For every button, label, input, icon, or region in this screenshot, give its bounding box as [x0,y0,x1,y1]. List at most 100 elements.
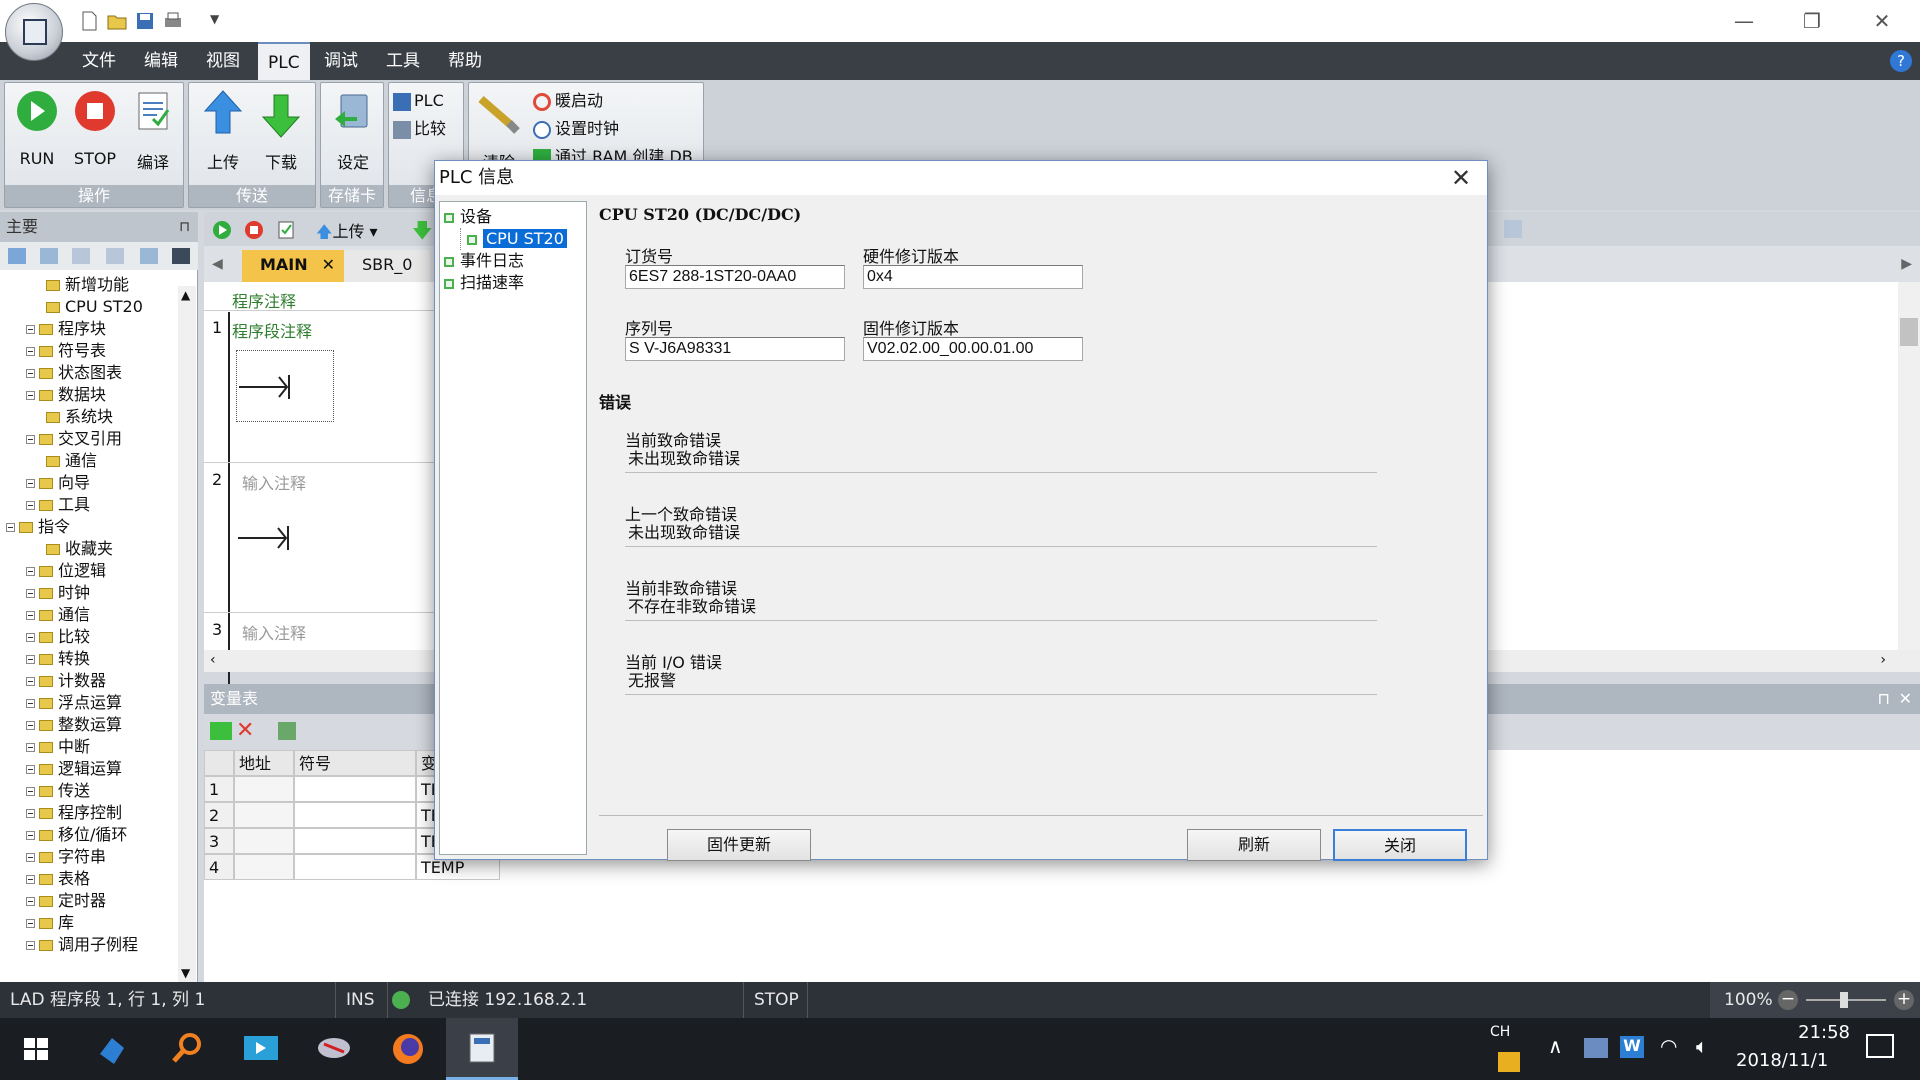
expand-icon[interactable] [6,523,15,532]
expand-icon[interactable] [26,941,35,950]
expand-icon[interactable] [26,809,35,818]
tree-item[interactable]: 逻辑运算 [26,758,122,780]
zoom-out-icon[interactable]: − [1778,990,1798,1010]
zoom-slider-thumb[interactable] [1840,992,1848,1008]
set-button[interactable]: 设定 [325,89,381,172]
start-button[interactable] [0,1018,72,1080]
app-menu-button[interactable] [5,3,63,61]
tree-item[interactable]: 浮点运算 [26,692,122,714]
scroll-up-icon[interactable]: ▲ [181,288,190,302]
expand-icon[interactable] [26,897,35,906]
tree-item[interactable]: 表格 [26,868,90,890]
table-cell[interactable]: 4 [204,854,234,880]
new-file-icon[interactable] [78,10,100,32]
pin-icon[interactable]: ⊓ [1878,684,1890,714]
table-cell[interactable] [234,854,294,880]
col-header-address[interactable]: 地址 [234,750,294,776]
expand-icon[interactable] [26,567,35,576]
close-icon[interactable]: ✕ [1899,684,1912,714]
tree-item[interactable]: 程序块 [26,318,106,340]
tab-scroll-left-icon[interactable]: ◀ [212,256,223,272]
tree-item-event-log[interactable]: 事件日志 [444,250,524,272]
menu-debug[interactable]: 调试 [314,42,368,80]
input-language[interactable]: CH [1490,1024,1510,1040]
tab-scroll-right-icon[interactable]: ▶ [1901,256,1912,272]
expand-icon[interactable] [26,479,35,488]
stop-button[interactable]: STOP [67,89,123,168]
expand-icon[interactable] [26,787,35,796]
view-icon[interactable] [8,248,26,264]
tree-item[interactable]: 收藏夹 [46,538,113,560]
tray-w-icon[interactable]: W [1620,1036,1644,1058]
tree-item-device[interactable]: 设备 [444,206,492,228]
tree-item[interactable]: 库 [26,912,74,934]
plc-info-button[interactable]: PLC [393,87,444,115]
network-comment[interactable]: 程序段注释 [232,318,312,342]
close-button[interactable]: ✕ [1858,8,1906,34]
expand-icon[interactable] [26,875,35,884]
expand-icon[interactable] [26,501,35,510]
editor-vscrollbar[interactable] [1898,282,1920,650]
scroll-right-icon[interactable]: › [1880,652,1886,668]
table-cell[interactable] [294,854,416,880]
upload-button[interactable]: 上传 [195,89,251,172]
tab-sbr0[interactable]: SBR_0 [344,250,431,282]
tree-item[interactable]: CPU ST20 [46,296,143,318]
restore-button[interactable]: ❐ [1788,8,1836,34]
taskbar-app-icon[interactable] [76,1018,148,1080]
table-cell[interactable] [234,776,294,802]
expand-icon[interactable] [26,655,35,664]
expand-icon[interactable] [26,743,35,752]
close-dialog-button[interactable]: 关闭 [1333,829,1467,861]
expand-icon[interactable] [26,369,35,378]
refresh-button[interactable]: 刷新 [1187,829,1321,861]
tree-item[interactable]: 字符串 [26,846,106,868]
clock-time[interactable]: 21:58 [1740,1022,1850,1043]
tab-close-icon[interactable]: ✕ [322,255,335,274]
dialog-close-button[interactable]: ✕ [1441,163,1481,193]
expand-icon[interactable] [26,611,35,620]
clock-date[interactable]: 2018/11/1 [1736,1050,1856,1071]
symbol-icon[interactable] [106,248,124,264]
expand-icon[interactable] [26,677,35,686]
tab-main[interactable]: MAIN ✕ [242,250,354,282]
tray-expand-icon[interactable]: ∧ [1548,1034,1563,1058]
network-box[interactable] [236,350,334,422]
qat-dropdown-icon[interactable]: ▼ [210,12,219,26]
col-header-symbol[interactable]: 符号 [294,750,416,776]
menu-help[interactable]: 帮助 [438,42,492,80]
stop-small-icon[interactable] [244,220,264,240]
expand-icon[interactable] [26,831,35,840]
scroll-down-icon[interactable]: ▼ [181,966,190,980]
expand-icon[interactable] [26,853,35,862]
tree-item[interactable]: 传送 [26,780,90,802]
table-cell[interactable]: 2 [204,802,234,828]
block-icon[interactable] [72,248,90,264]
minimize-button[interactable]: — [1720,8,1768,34]
menu-plc[interactable]: PLC [258,42,310,80]
wifi-icon[interactable]: ◠ [1660,1034,1677,1058]
tree-item[interactable]: 整数运算 [26,714,122,736]
help-icon[interactable]: ? [1890,50,1912,72]
program-comment[interactable]: 程序注释 [232,288,296,312]
insert-row-icon[interactable] [210,722,232,740]
tree-item-cpu[interactable]: CPU ST20 [460,228,567,250]
tree-item[interactable]: 调用子例程 [26,934,138,956]
table-cell[interactable]: 3 [204,828,234,854]
tree-item[interactable]: 指令 [6,516,70,538]
save-icon[interactable] [134,10,156,32]
table-cell[interactable] [294,828,416,854]
network-comment[interactable]: 输入注释 [242,470,306,494]
tree-item[interactable]: 时钟 [26,582,90,604]
update-icon[interactable] [278,722,296,740]
table-cell[interactable] [294,776,416,802]
status-icon[interactable] [140,248,158,264]
compile-small-icon[interactable] [276,220,296,240]
tree-item[interactable]: 数据块 [26,384,106,406]
tree-item-scan-rate[interactable]: 扫描速率 [444,272,524,294]
tree-item[interactable]: 转换 [26,648,90,670]
tree-item[interactable]: 符号表 [26,340,106,362]
table-cell[interactable]: 1 [204,776,234,802]
zoom-in-icon[interactable]: + [1894,990,1914,1010]
comm-icon[interactable] [172,248,190,264]
